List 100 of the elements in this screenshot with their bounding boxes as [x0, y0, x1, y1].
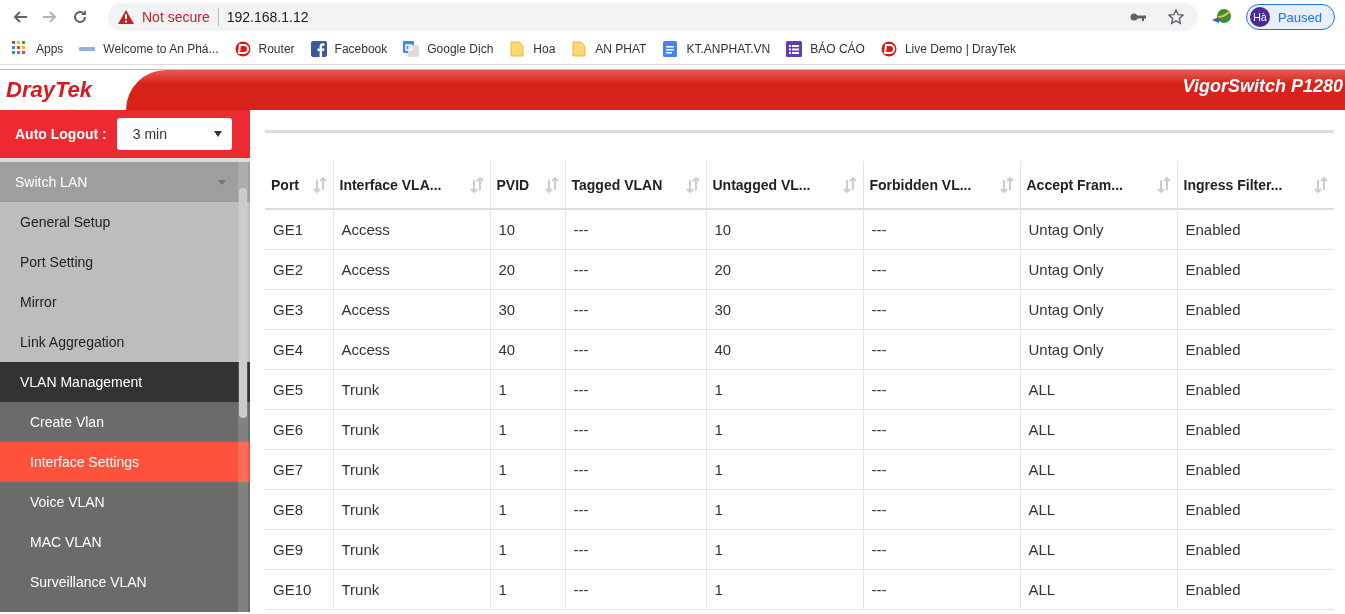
- table-cell: GE7: [265, 449, 333, 489]
- column-header[interactable]: Untagged VL...: [706, 161, 863, 209]
- table-cell: GE5: [265, 369, 333, 409]
- url-text: 192.168.1.12: [226, 9, 309, 25]
- table-cell: ---: [863, 449, 1020, 489]
- table-cell: 10: [706, 209, 863, 249]
- bookmark[interactable]: Apps: [12, 41, 64, 57]
- page-icon: [509, 41, 526, 57]
- table-cell: ---: [863, 489, 1020, 529]
- profile-button[interactable]: Hà Paused: [1245, 4, 1335, 30]
- column-header[interactable]: Forbidden VL...: [863, 161, 1020, 209]
- table-cell: Access: [333, 209, 490, 249]
- facebook-icon: [310, 41, 327, 57]
- bookmark[interactable]: Live Demo | DrayTek: [880, 41, 1017, 57]
- table-cell: ALL: [1020, 569, 1177, 609]
- table-cell: Access: [333, 249, 490, 289]
- table-cell: ALL: [1020, 489, 1177, 529]
- table-cell: 1: [706, 529, 863, 569]
- sort-icon[interactable]: [312, 176, 327, 193]
- table-cell: 1: [490, 489, 565, 529]
- table-cell: Enabled: [1177, 209, 1334, 249]
- bookmark[interactable]: AN PHAT: [571, 41, 647, 57]
- sort-icon[interactable]: [1314, 176, 1328, 193]
- menu-item[interactable]: Port Setting: [0, 242, 250, 282]
- table-cell: 1: [706, 369, 863, 409]
- sort-icon[interactable]: [544, 176, 559, 193]
- table-cell: Enabled: [1177, 369, 1334, 409]
- letter-d-icon: [234, 41, 251, 57]
- table-cell: Untag Only: [1020, 249, 1177, 289]
- table-cell: ---: [863, 209, 1020, 249]
- bookmark[interactable]: Facebook: [310, 41, 388, 57]
- star-icon[interactable]: [1167, 9, 1184, 25]
- column-header[interactable]: Tagged VLAN: [565, 161, 706, 209]
- table-cell: ALL: [1020, 529, 1177, 569]
- table-cell: Trunk: [333, 489, 490, 529]
- key-icon[interactable]: [1129, 12, 1146, 22]
- caret-icon: [218, 179, 226, 185]
- column-header[interactable]: Port: [265, 161, 333, 209]
- page-icon: [571, 41, 588, 57]
- auto-logout-select[interactable]: 3 min: [116, 118, 232, 150]
- table-cell: ---: [565, 489, 706, 529]
- table-cell: 1: [706, 569, 863, 609]
- table-cell: 1: [490, 449, 565, 489]
- column-header[interactable]: Accept Fram...: [1020, 161, 1177, 209]
- menu-item[interactable]: Mirror: [0, 282, 250, 322]
- table-cell: Trunk: [333, 369, 490, 409]
- globe-icon[interactable]: [1211, 8, 1232, 26]
- scrollbar-thumb[interactable]: [239, 188, 247, 418]
- bookmark[interactable]: Hoa: [509, 41, 556, 57]
- dropdown-caret-icon: [214, 131, 222, 137]
- column-header[interactable]: Interface VLA...: [333, 161, 490, 209]
- address-bar[interactable]: Not secure 192.168.1.12: [108, 3, 1198, 31]
- table-cell: GE6: [265, 409, 333, 449]
- table-cell: ---: [863, 409, 1020, 449]
- table-cell: ---: [565, 569, 706, 609]
- table-cell: ---: [863, 249, 1020, 289]
- list-icon: [786, 41, 803, 57]
- bookmark[interactable]: Welcome to An Phá...: [79, 42, 219, 56]
- table-cell: Enabled: [1177, 409, 1334, 449]
- sort-icon[interactable]: [1156, 176, 1171, 193]
- table-cell: 1: [706, 409, 863, 449]
- table-cell: Trunk: [333, 409, 490, 449]
- reload-icon[interactable]: [72, 9, 88, 25]
- sort-icon[interactable]: [842, 176, 857, 193]
- back-icon[interactable]: [12, 9, 28, 25]
- bookmark[interactable]: Google Dịch: [403, 41, 494, 57]
- column-header[interactable]: PVID: [490, 161, 565, 209]
- table-cell: 30: [490, 289, 565, 329]
- column-header[interactable]: Ingress Filter...: [1177, 161, 1334, 209]
- auto-logout-label: Auto Logout :: [15, 126, 107, 142]
- table-cell: 1: [490, 529, 565, 569]
- menu-item[interactable]: VLAN Management: [0, 362, 250, 402]
- table-cell: ---: [565, 249, 706, 289]
- table-cell: Trunk: [333, 449, 490, 489]
- bookmark[interactable]: Router: [234, 41, 295, 57]
- table-cell: Untag Only: [1020, 289, 1177, 329]
- table-cell: Enabled: [1177, 529, 1334, 569]
- logo-text: DrayTek: [6, 77, 92, 103]
- menu-item[interactable]: General Setup: [0, 202, 250, 242]
- table-cell: GE4: [265, 329, 333, 369]
- table-cell: ---: [565, 209, 706, 249]
- document-icon: [662, 41, 679, 57]
- bookmark[interactable]: KT.ANPHAT.VN: [662, 41, 771, 57]
- table-cell: 10: [490, 209, 565, 249]
- table-cell: 1: [490, 369, 565, 409]
- product-name: VigorSwitch P1280: [1182, 76, 1343, 97]
- menu-item[interactable]: Link Aggregation: [0, 322, 250, 362]
- table-cell: ---: [863, 569, 1020, 609]
- sort-icon[interactable]: [685, 176, 700, 193]
- table-cell: ---: [565, 449, 706, 489]
- table-cell: ---: [565, 409, 706, 449]
- bookmark[interactable]: BÁO CÁO: [786, 41, 865, 57]
- table-cell: Access: [333, 329, 490, 369]
- forward-icon[interactable]: [42, 9, 58, 25]
- table-cell: Enabled: [1177, 449, 1334, 489]
- table-cell: ALL: [1020, 449, 1177, 489]
- table-cell: GE10: [265, 569, 333, 609]
- sort-icon[interactable]: [469, 176, 484, 193]
- table-cell: GE8: [265, 489, 333, 529]
- sort-icon[interactable]: [999, 176, 1014, 193]
